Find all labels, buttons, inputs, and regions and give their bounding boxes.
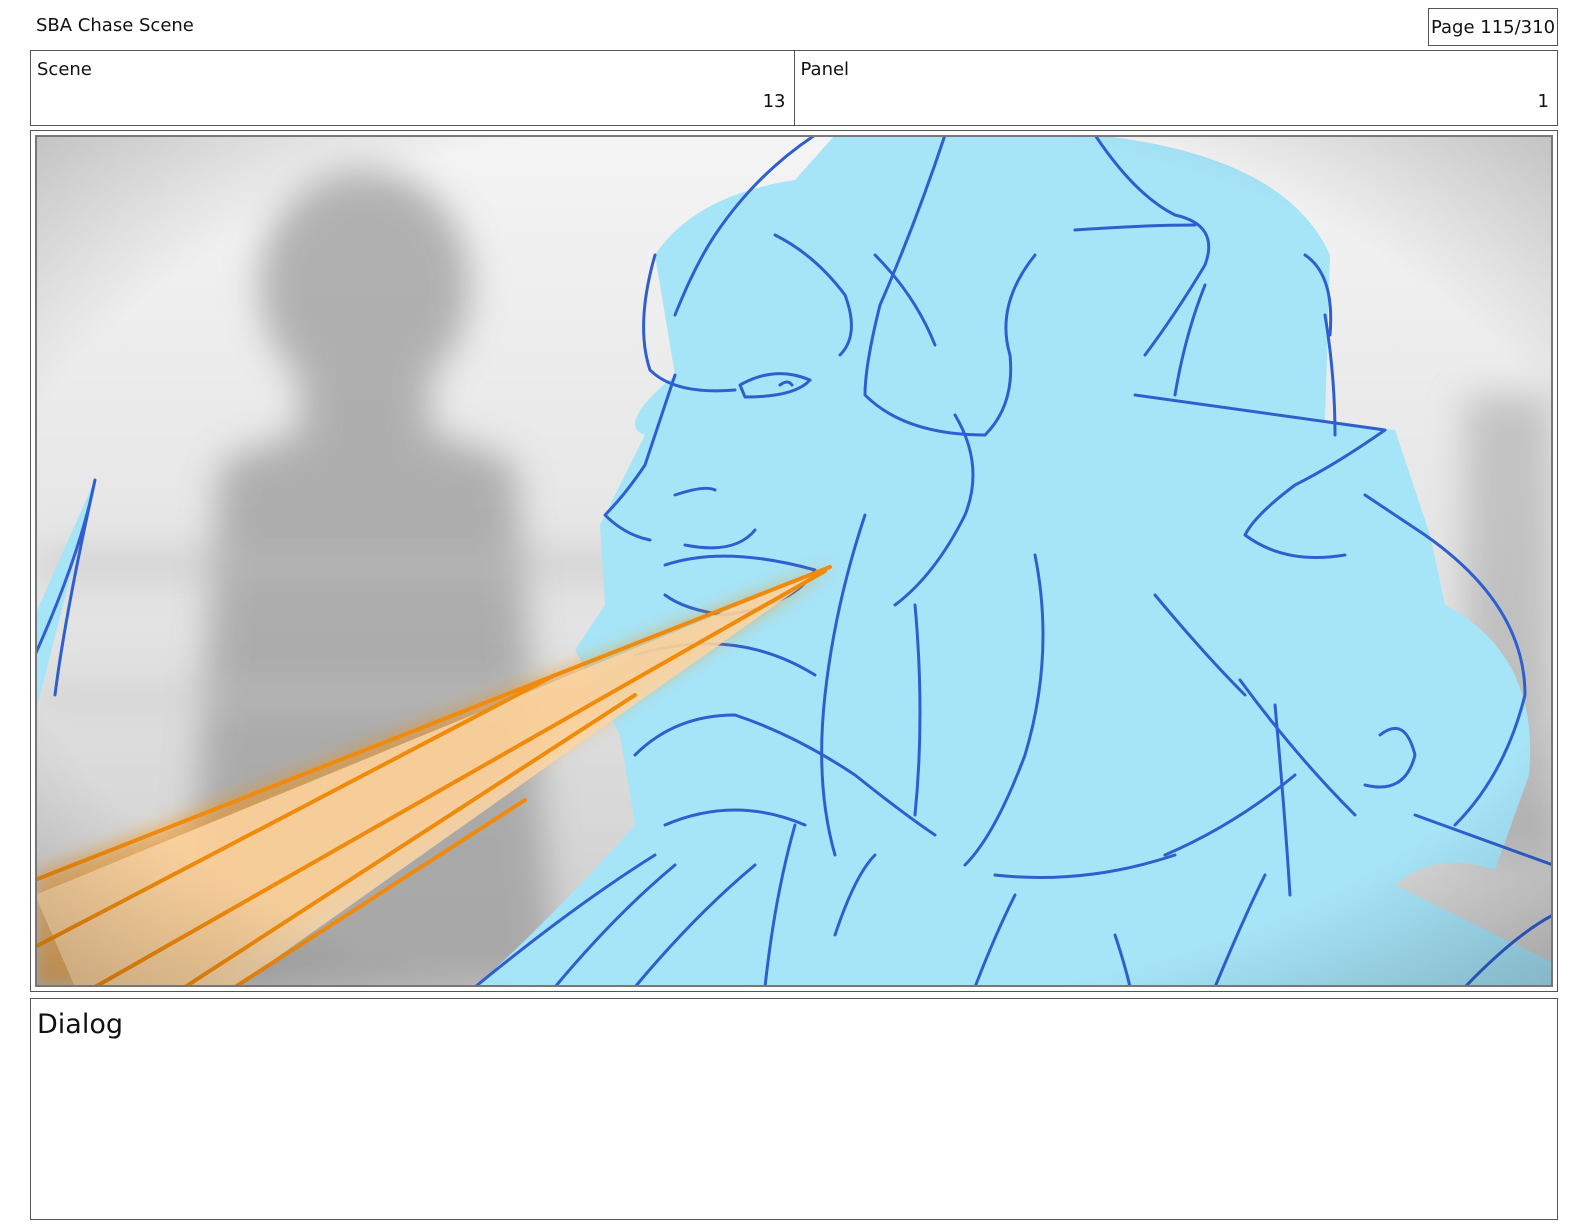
page-indicator: Page 115/310 — [1428, 8, 1558, 46]
scene-number: 13 — [762, 91, 786, 112]
dialog-label: Dialog — [37, 1009, 123, 1040]
dialog-box: Dialog — [30, 998, 1558, 1220]
vignette — [35, 135, 1553, 987]
storyboard-title: SBA Chase Scene — [36, 15, 194, 36]
panel-label: Panel — [800, 59, 850, 80]
storyboard-frame — [30, 130, 1558, 992]
scene-cell: Scene 13 — [31, 51, 794, 125]
panel-number: 1 — [1537, 91, 1549, 112]
panel-cell: Panel 1 — [793, 51, 1558, 125]
scene-label: Scene — [37, 59, 92, 80]
info-bar: Scene 13 Panel 1 — [30, 50, 1558, 126]
panel-drawing — [35, 135, 1553, 987]
